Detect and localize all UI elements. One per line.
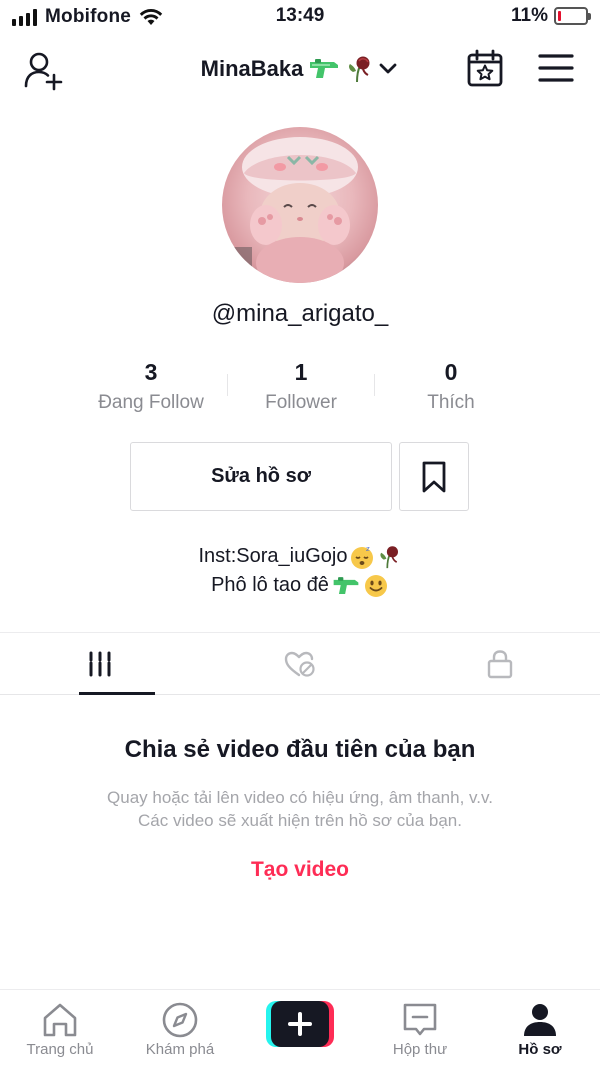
calendar-star-icon[interactable] (465, 48, 505, 88)
stat-likes[interactable]: 0 Thích (376, 356, 526, 418)
nav-label: Trang chủ (26, 1041, 94, 1058)
menu-icon[interactable] (536, 50, 576, 86)
followers-count: 1 (294, 359, 308, 385)
following-label: Đang Follow (98, 392, 204, 413)
likes-label: Thích (427, 392, 475, 413)
svg-text:z: z (366, 545, 370, 553)
nav-discover[interactable]: Khám phá (125, 990, 235, 1067)
bio-line-1: Inst:Sora_iuGojo (198, 545, 348, 567)
following-count: 3 (144, 359, 158, 385)
likes-count: 0 (444, 359, 458, 385)
nav-label: Hồ sơ (518, 1041, 562, 1058)
profile-bio: Inst:Sora_iuGojo z Phô lô tao đê (0, 542, 600, 600)
chevron-down-icon (379, 63, 397, 74)
bio-line-2: Phô lô tao đê (211, 574, 329, 596)
top-nav: MinaBaka (0, 40, 600, 96)
clock: 13:49 (275, 5, 325, 26)
smiling-face-emoji-icon (364, 574, 387, 597)
empty-state-description-line: Các video sẽ xuất hiện trên hồ sơ của bạ… (138, 811, 462, 830)
water-gun-emoji-icon (333, 576, 359, 594)
username-title: MinaBaka (200, 56, 304, 81)
account-switcher[interactable]: MinaBaka (0, 54, 600, 84)
edit-profile-button[interactable]: Sửa hồ sơ (130, 442, 392, 511)
nav-inbox[interactable]: Hộp thư (365, 990, 475, 1067)
nav-label: Khám phá (145, 1041, 215, 1058)
inbox-icon (403, 1003, 437, 1036)
profile-icon (524, 1004, 556, 1036)
sleeping-face-emoji-icon: z (351, 545, 374, 569)
water-gun-emoji-icon (310, 59, 339, 78)
nav-home[interactable]: Trang chủ (5, 990, 115, 1067)
stat-following[interactable]: 3 Đang Follow (76, 356, 226, 418)
empty-state-description-line: Quay hoặc tải lên video có hiệu ứng, âm … (107, 788, 493, 807)
cat-avatar-image (222, 137, 358, 283)
wilted-rose-emoji-icon (349, 56, 370, 83)
grid-icon (89, 651, 111, 677)
home-icon (43, 1003, 77, 1037)
nav-label: Hộp thư (392, 1041, 448, 1058)
status-bar: Mobifone 13:49 11% (0, 0, 600, 34)
battery-icon (554, 7, 591, 25)
profile-tabs (0, 633, 600, 695)
stat-divider (374, 374, 375, 396)
bookmark-icon (422, 461, 446, 492)
profile-stats: 3 Đang Follow 1 Follower 0 Thích (76, 356, 526, 418)
followers-label: Follower (265, 392, 337, 413)
stat-followers[interactable]: 1 Follower (226, 356, 376, 418)
empty-state-description: Quay hoặc tải lên video có hiệu ứng, âm … (60, 786, 540, 832)
plus-icon (266, 1001, 334, 1047)
tab-private[interactable] (400, 633, 600, 695)
tab-videos[interactable] (0, 633, 200, 695)
profile-handle: @mina_arigato_ (211, 300, 389, 327)
create-button[interactable] (266, 1001, 334, 1047)
battery-percent: 11% (511, 5, 548, 26)
active-tab-indicator (79, 692, 155, 695)
nav-profile[interactable]: Hồ sơ (485, 990, 595, 1067)
favorites-button[interactable] (399, 442, 469, 511)
compass-icon (162, 1002, 198, 1038)
wilted-rose-emoji-icon (380, 545, 399, 568)
create-video-link[interactable]: Tạo video (0, 858, 600, 882)
empty-state-title: Chia sẻ video đầu tiên của bạn (124, 736, 476, 763)
avatar[interactable] (222, 127, 378, 283)
liked-hidden-icon (284, 651, 315, 677)
lock-icon (487, 650, 513, 679)
tab-liked[interactable] (200, 633, 400, 695)
